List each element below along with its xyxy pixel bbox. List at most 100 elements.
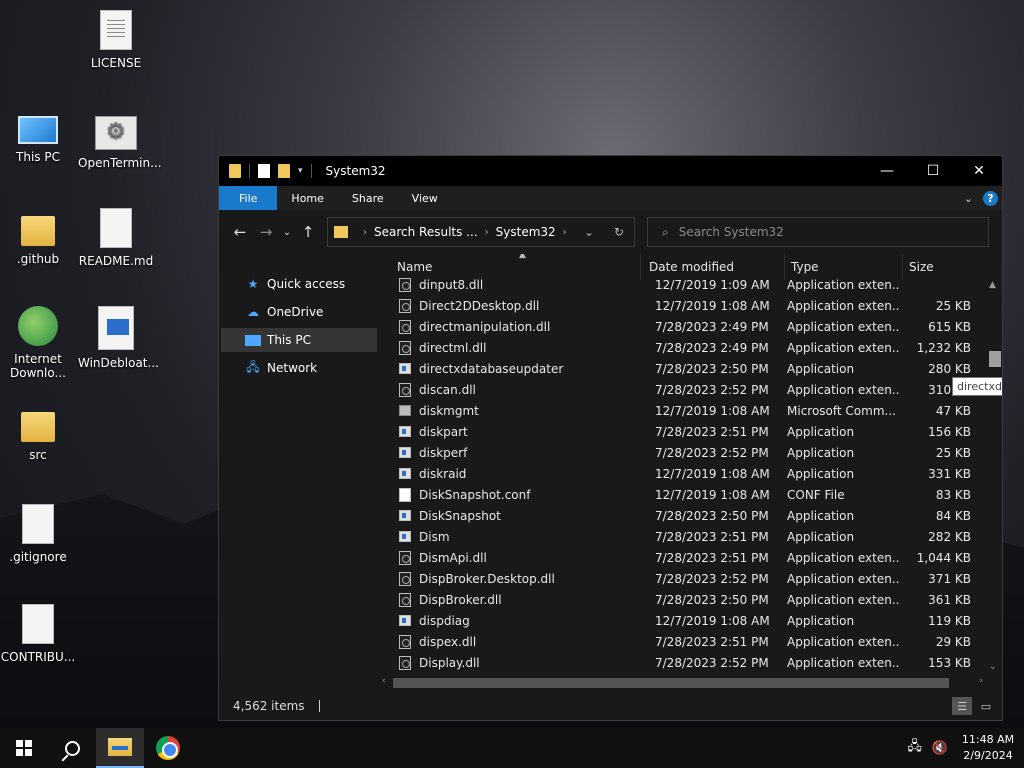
desktop-icon-gitignore[interactable]: .gitignore bbox=[0, 504, 76, 564]
table-row[interactable]: directml.dll 7/28/2023 2:49 PM Application… bbox=[379, 337, 986, 358]
scroll-right-icon[interactable]: › bbox=[979, 676, 983, 686]
clock[interactable]: 11:48 AM 2/9/2024 bbox=[958, 732, 1018, 764]
application-icon bbox=[399, 510, 411, 521]
folder-icon bbox=[21, 216, 55, 246]
taskbar-search-button[interactable] bbox=[48, 728, 96, 768]
table-row[interactable]: DiskSnapshot.conf 12/7/2019 1:08 AM CONF F… bbox=[379, 484, 986, 505]
desktop-icon-src[interactable]: src bbox=[0, 404, 76, 462]
properties-icon[interactable] bbox=[258, 164, 270, 178]
table-row[interactable]: dispex.dll 7/28/2023 2:51 PM Application e… bbox=[379, 631, 986, 652]
minimize-button[interactable]: — bbox=[864, 156, 910, 186]
breadcrumb-separator-icon[interactable]: › bbox=[563, 227, 567, 238]
table-row[interactable]: Display.dll 7/28/2023 2:52 PM Application … bbox=[379, 652, 986, 673]
start-button[interactable] bbox=[0, 728, 48, 768]
desktop-icon-openterminal[interactable]: OpenTermin... bbox=[78, 110, 162, 170]
back-arrow-icon[interactable]: ← bbox=[227, 219, 253, 245]
sidebar-item-network[interactable]: 🖧 Network bbox=[221, 356, 377, 380]
table-row[interactable]: discan.dll 7/28/2023 2:52 PM Application e… bbox=[379, 379, 986, 400]
desktop-icon-license[interactable]: LICENSE bbox=[78, 10, 154, 70]
table-row[interactable]: DispBroker.dll 7/28/2023 2:50 PM Applicati… bbox=[379, 589, 986, 610]
file-type: Application bbox=[787, 445, 855, 460]
date-modified: 7/28/2023 2:50 PM bbox=[655, 361, 769, 376]
table-row[interactable]: DismApi.dll 7/28/2023 2:51 PM Application … bbox=[379, 547, 986, 568]
sidebar-item-onedrive[interactable]: ☁ OneDrive bbox=[221, 300, 377, 324]
table-row[interactable]: diskpart 7/28/2023 2:51 PM Application 156 … bbox=[379, 421, 986, 442]
desktop-icon-github[interactable]: .github bbox=[0, 208, 76, 266]
volume-muted-icon[interactable]: 🔇 bbox=[932, 741, 948, 756]
file-size: 361 KB bbox=[928, 592, 971, 607]
folder-icon bbox=[229, 164, 241, 178]
maximize-button[interactable]: ☐ bbox=[910, 156, 956, 186]
table-row[interactable]: dispdiag 12/7/2019 1:08 AM Application 119 … bbox=[379, 610, 986, 631]
tab-home[interactable]: Home bbox=[277, 186, 337, 210]
tab-file[interactable]: File bbox=[219, 186, 278, 210]
table-row[interactable]: diskmgmt 12/7/2019 1:08 AM Microsoft Comm.… bbox=[379, 400, 986, 421]
sidebar-item-quick-access[interactable]: ★ Quick access bbox=[221, 272, 377, 296]
search-box[interactable]: ⌕ bbox=[647, 217, 989, 247]
scroll-left-icon[interactable]: ‹ bbox=[382, 676, 386, 686]
horizontal-scrollbar[interactable]: ‹ › bbox=[379, 674, 986, 692]
date-modified: 12/7/2019 1:08 AM bbox=[655, 298, 770, 313]
file-name-cell: DispBroker.Desktop.dll bbox=[379, 571, 637, 586]
new-folder-icon[interactable] bbox=[278, 164, 290, 178]
tab-share[interactable]: Share bbox=[338, 186, 398, 210]
help-icon[interactable]: ? bbox=[983, 190, 998, 206]
file-size: 47 KB bbox=[935, 403, 971, 418]
expand-ribbon-chevron-icon[interactable]: ⌄ bbox=[964, 192, 973, 205]
dll-file-icon bbox=[399, 382, 411, 397]
network-icon[interactable]: 🖧 bbox=[907, 737, 922, 759]
close-button[interactable]: ✕ bbox=[956, 156, 1002, 186]
table-row[interactable]: diskperf 7/28/2023 2:52 PM Application 25 K… bbox=[379, 442, 986, 463]
breadcrumb-separator-icon[interactable]: › bbox=[363, 227, 367, 238]
scroll-down-icon[interactable]: ⌄ bbox=[989, 662, 997, 672]
quick-access-toolbar-chevron-icon[interactable]: ▾ bbox=[298, 166, 303, 176]
large-icons-view-icon[interactable]: ▭ bbox=[976, 697, 996, 715]
file-name: DispBroker.dll bbox=[419, 592, 502, 607]
title-bar[interactable]: ▾ System32 — ☐ ✕ bbox=[219, 156, 1002, 186]
breadcrumb-separator-icon[interactable]: › bbox=[485, 227, 489, 238]
file-name: directxdatabaseupdater bbox=[419, 361, 564, 376]
table-row[interactable]: Dism 7/28/2023 2:51 PM Application 282 KB bbox=[379, 526, 986, 547]
file-name-cell: dinput8.dll bbox=[379, 277, 637, 292]
file-type: Application exten... bbox=[787, 634, 899, 649]
breadcrumb-search-results[interactable]: Search Results ... bbox=[374, 225, 478, 239]
scroll-up-icon[interactable]: ▲ bbox=[989, 280, 996, 290]
desktop-icon-label: OpenTermin... bbox=[78, 156, 162, 170]
table-row[interactable]: DispBroker.Desktop.dll 7/28/2023 2:52 PM A… bbox=[379, 568, 986, 589]
file-size: 280 KB bbox=[928, 361, 971, 376]
table-row[interactable]: DiskSnapshot 7/28/2023 2:50 PM Application… bbox=[379, 505, 986, 526]
refresh-icon[interactable]: ↻ bbox=[604, 218, 634, 246]
taskbar-file-explorer[interactable] bbox=[96, 728, 144, 768]
address-history-chevron-icon[interactable]: ⌄ bbox=[574, 218, 604, 246]
desktop-icon-windebloat[interactable]: WinDebloat... bbox=[78, 306, 159, 370]
ribbon-tabs: File Home Share View ⌄ ? bbox=[219, 186, 1002, 210]
vertical-scrollbar[interactable]: ▲ ⌄ bbox=[986, 278, 1002, 674]
tab-view[interactable]: View bbox=[398, 186, 452, 210]
file-type: Application exten... bbox=[787, 592, 899, 607]
desktop-icon-this-pc[interactable]: This PC bbox=[0, 110, 76, 164]
address-bar[interactable]: › Search Results ... › System32 › ⌄ ↻ bbox=[327, 217, 635, 247]
tooltip: directxdatabaseupdater bbox=[952, 377, 1002, 396]
file-size: 1,232 KB bbox=[916, 340, 971, 355]
table-row[interactable]: dinput8.dll 12/7/2019 1:09 AM Application … bbox=[379, 274, 986, 295]
desktop-icon-readme[interactable]: README.md bbox=[78, 208, 154, 268]
table-row[interactable]: diskraid 12/7/2019 1:08 AM Application 331 … bbox=[379, 463, 986, 484]
file-name-cell: DiskSnapshot bbox=[379, 509, 637, 523]
conf-file-icon bbox=[399, 487, 411, 502]
recent-locations-chevron-icon[interactable]: ⌄ bbox=[279, 219, 295, 245]
forward-arrow-icon[interactable]: → bbox=[253, 219, 279, 245]
desktop-icon-contributing[interactable]: CONTRIBU... bbox=[0, 604, 76, 664]
table-row[interactable]: Direct2DDesktop.dll 12/7/2019 1:08 AM Appl… bbox=[379, 295, 986, 316]
details-view-icon[interactable]: ☰ bbox=[952, 697, 972, 715]
file-size: 119 KB bbox=[928, 613, 971, 628]
taskbar-chrome[interactable] bbox=[144, 728, 192, 768]
table-row[interactable]: directxdatabaseupdater 7/28/2023 2:50 PM A… bbox=[379, 358, 986, 379]
up-arrow-icon[interactable]: ↑ bbox=[295, 219, 321, 245]
vertical-scroll-thumb[interactable] bbox=[989, 351, 1001, 367]
desktop-icon-internet-download[interactable]: Internet Downlo... bbox=[0, 306, 76, 380]
horizontal-scroll-thumb[interactable] bbox=[393, 678, 949, 688]
search-input[interactable] bbox=[678, 225, 959, 239]
breadcrumb-system32[interactable]: System32 bbox=[496, 225, 556, 239]
table-row[interactable]: directmanipulation.dll 7/28/2023 2:49 PM A… bbox=[379, 316, 986, 337]
sidebar-item-this-pc[interactable]: This PC bbox=[221, 328, 377, 352]
